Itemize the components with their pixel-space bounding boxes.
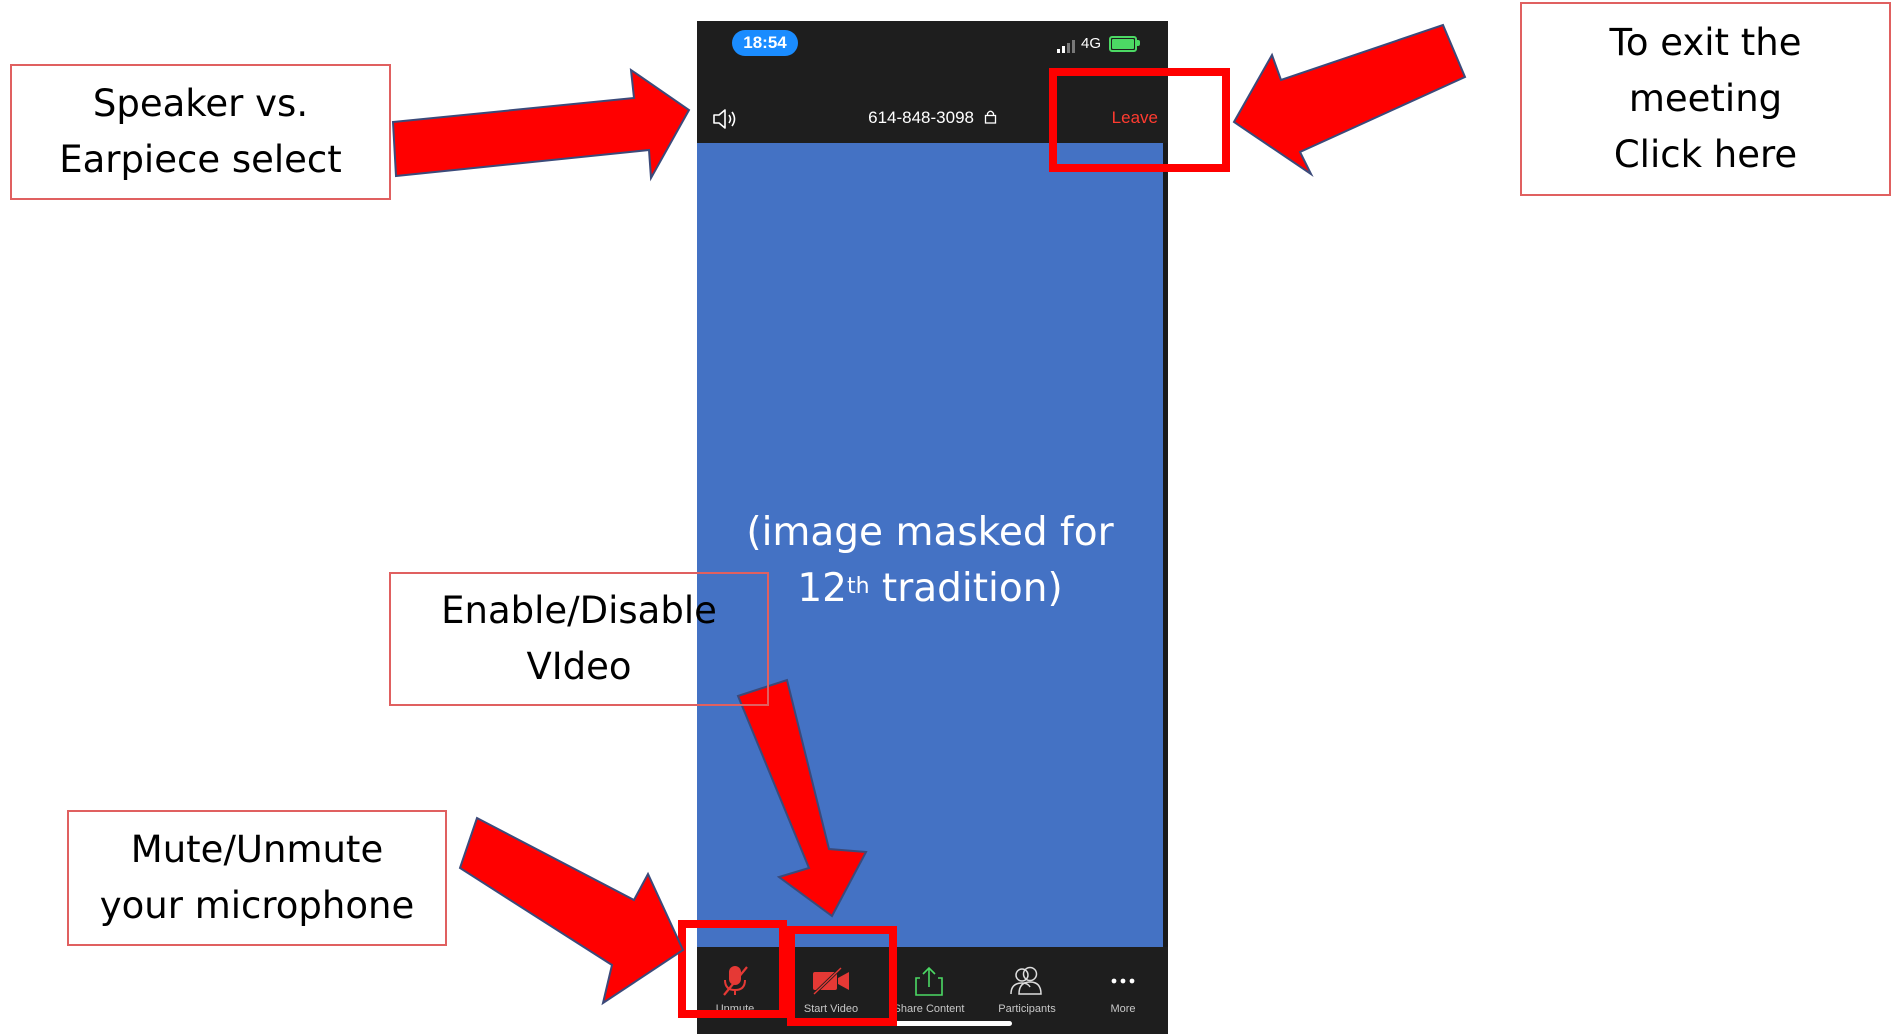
meeting-id-text: 614-848-3098: [868, 108, 974, 127]
more-label: More: [1110, 1003, 1136, 1015]
participants-button[interactable]: Participants: [981, 965, 1073, 1015]
participants-icon: [1010, 966, 1042, 995]
more-button[interactable]: More: [1077, 965, 1168, 1015]
callout-exit-line-3: Click here: [1613, 133, 1798, 176]
status-bar: 18:54 4G: [697, 21, 1168, 71]
phone-screen: 18:54 4G 614-848-3098 Leave (image maske…: [697, 21, 1168, 1034]
callout-video-line-2: VIdeo: [526, 645, 632, 688]
masked-line-2-number: 12: [797, 566, 847, 611]
participants-label: Participants: [998, 1003, 1056, 1015]
battery-tip: [1137, 40, 1140, 46]
mute-arrow-icon: [458, 816, 685, 1006]
signal-icon: [1057, 39, 1077, 53]
callout-exit-line-1: To exit the: [1609, 21, 1802, 64]
masked-line-2-suffix: tradition): [869, 566, 1063, 611]
callout-mute-line-1: Mute/Unmute: [130, 828, 384, 871]
callout-video: Enable/Disable VIdeo: [389, 572, 769, 706]
speaker-arrow-icon: [391, 67, 691, 182]
network-label: 4G: [1081, 35, 1102, 52]
masked-line-2: 12th tradition): [797, 566, 1062, 611]
leave-highlight-box: [1049, 68, 1230, 172]
callout-speaker-line-2: Earpiece select: [59, 138, 342, 181]
callout-mute-line-2: your microphone: [99, 884, 415, 927]
status-time: 18:54: [732, 30, 798, 56]
callout-mute: Mute/Unmute your microphone: [67, 810, 447, 946]
more-icon: [1111, 978, 1135, 984]
leave-arrow-icon: [1232, 23, 1467, 177]
share-icon: [915, 966, 943, 996]
battery-icon: [1109, 36, 1137, 52]
callout-exit-line-2: meeting: [1628, 77, 1783, 120]
masked-line-1: (image masked for: [746, 510, 1114, 555]
callout-video-line-1: Enable/Disable: [441, 589, 717, 632]
start-video-highlight-box: [787, 926, 897, 1026]
unmute-highlight-box: [678, 920, 787, 1018]
callout-speaker: Speaker vs. Earpiece select: [10, 64, 391, 200]
callout-speaker-line-1: Speaker vs.: [92, 82, 309, 125]
video-area: (image masked for 12th tradition): [697, 143, 1168, 947]
lock-icon: [980, 110, 997, 126]
masked-line-2-sup: th: [846, 574, 870, 599]
callout-exit: To exit the meeting Click here: [1520, 2, 1891, 196]
